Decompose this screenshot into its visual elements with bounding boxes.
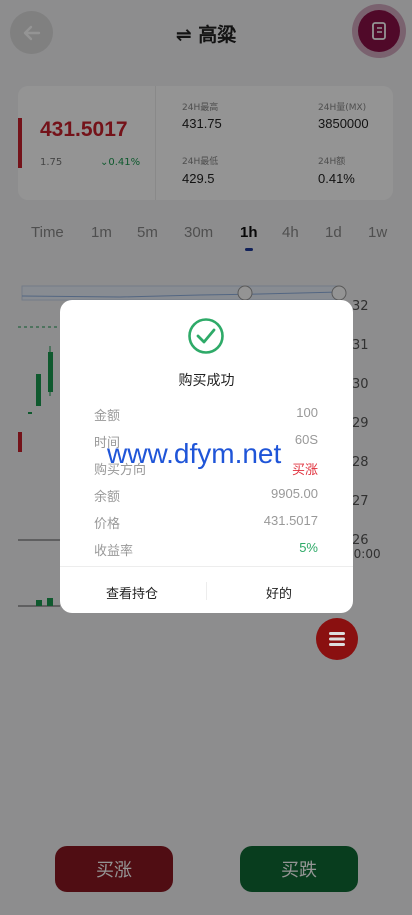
dialog-button-divider: [206, 582, 207, 600]
ok-button[interactable]: 好的: [266, 583, 292, 602]
watermark-text: www.dfym.net: [107, 438, 282, 469]
dialog-title: 购买成功: [178, 373, 235, 389]
dialog-divider: [60, 566, 353, 567]
balance-row-value: 9905.00: [271, 486, 318, 501]
price-row-value: 431.5017: [263, 513, 318, 528]
menu-fab[interactable]: [316, 618, 358, 660]
price-row-label: 价格: [94, 517, 121, 532]
amount-row-value: 100: [296, 405, 318, 420]
success-check-icon: [188, 318, 224, 354]
menu-icon: [329, 632, 345, 646]
time-row-value: 60S: [294, 432, 318, 447]
amount-row-label: 金额: [94, 409, 121, 424]
balance-row-label: 余额: [94, 490, 121, 505]
view-positions-button[interactable]: 查看持仓: [106, 583, 158, 602]
yield-row-label: 收益率: [94, 544, 134, 559]
yield-row-value: 5%: [299, 540, 318, 555]
direction-row-value: 买涨: [291, 462, 318, 477]
